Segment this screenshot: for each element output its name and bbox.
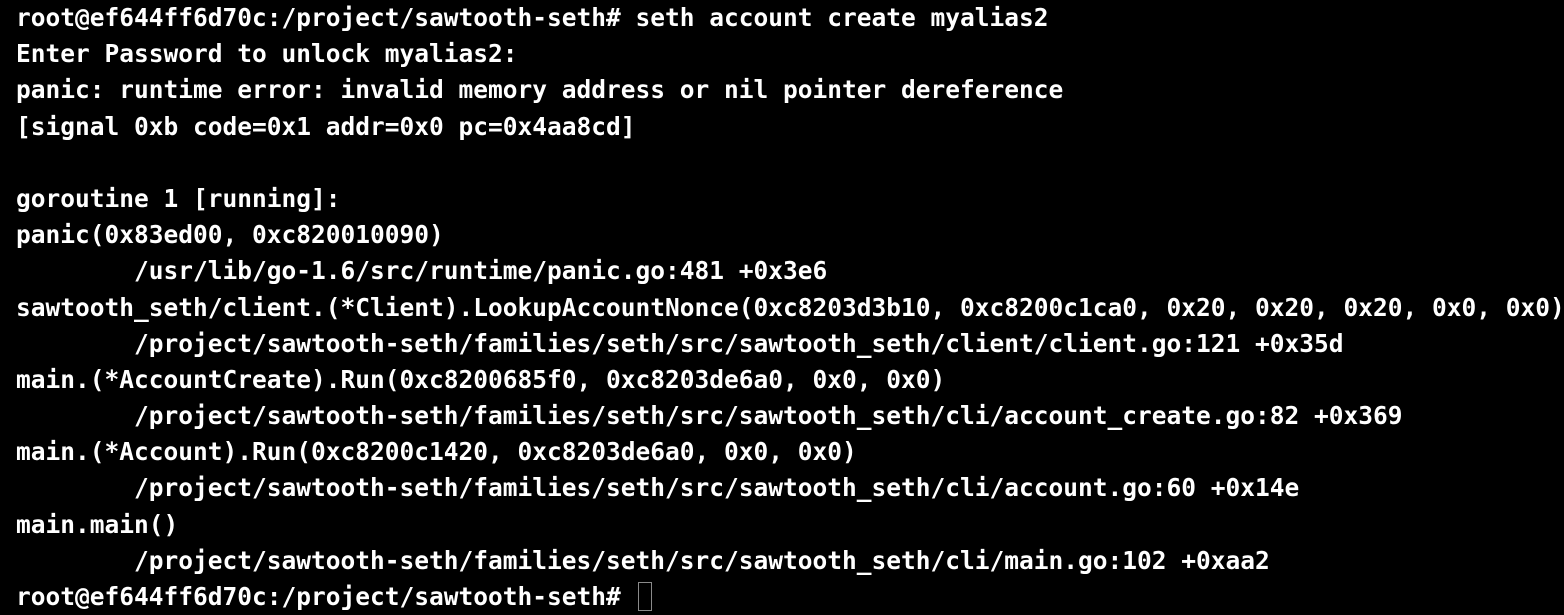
terminal-line: main.(*AccountCreate).Run(0xc8200685f0, … bbox=[16, 364, 946, 394]
terminal-line: panic(0x83ed00, 0xc820010090) bbox=[16, 220, 444, 250]
terminal-line: main.(*Account).Run(0xc8200c1420, 0xc820… bbox=[16, 437, 857, 467]
terminal-line: /project/sawtooth-seth/families/seth/src… bbox=[16, 473, 1300, 503]
terminal-line: [signal 0xb code=0x1 addr=0x0 pc=0x4aa8c… bbox=[16, 111, 636, 141]
terminal-window[interactable]: root@ef644ff6d70c:/project/sawtooth-seth… bbox=[0, 0, 1564, 611]
terminal-line: main.main() bbox=[16, 509, 179, 539]
terminal-line: /project/sawtooth-seth/families/seth/src… bbox=[16, 401, 1403, 431]
text-cursor bbox=[637, 582, 652, 611]
terminal-line: root@ef644ff6d70c:/project/sawtooth-seth… bbox=[16, 3, 1049, 32]
terminal-line: sawtooth_seth/client.(*Client).LookupAcc… bbox=[16, 292, 1564, 322]
shell-prompt: root@ef644ff6d70c:/project/sawtooth-seth… bbox=[16, 582, 636, 611]
terminal-line: Enter Password to unlock myalias2: bbox=[16, 39, 518, 69]
terminal-line: /usr/lib/go-1.6/src/runtime/panic.go:481… bbox=[16, 256, 828, 286]
terminal-line: panic: runtime error: invalid memory add… bbox=[16, 75, 1064, 105]
terminal-line: /project/sawtooth-seth/families/seth/src… bbox=[16, 328, 1344, 358]
terminal-line: goroutine 1 [running]: bbox=[16, 183, 341, 213]
terminal-line: /project/sawtooth-seth/families/seth/src… bbox=[16, 545, 1270, 575]
